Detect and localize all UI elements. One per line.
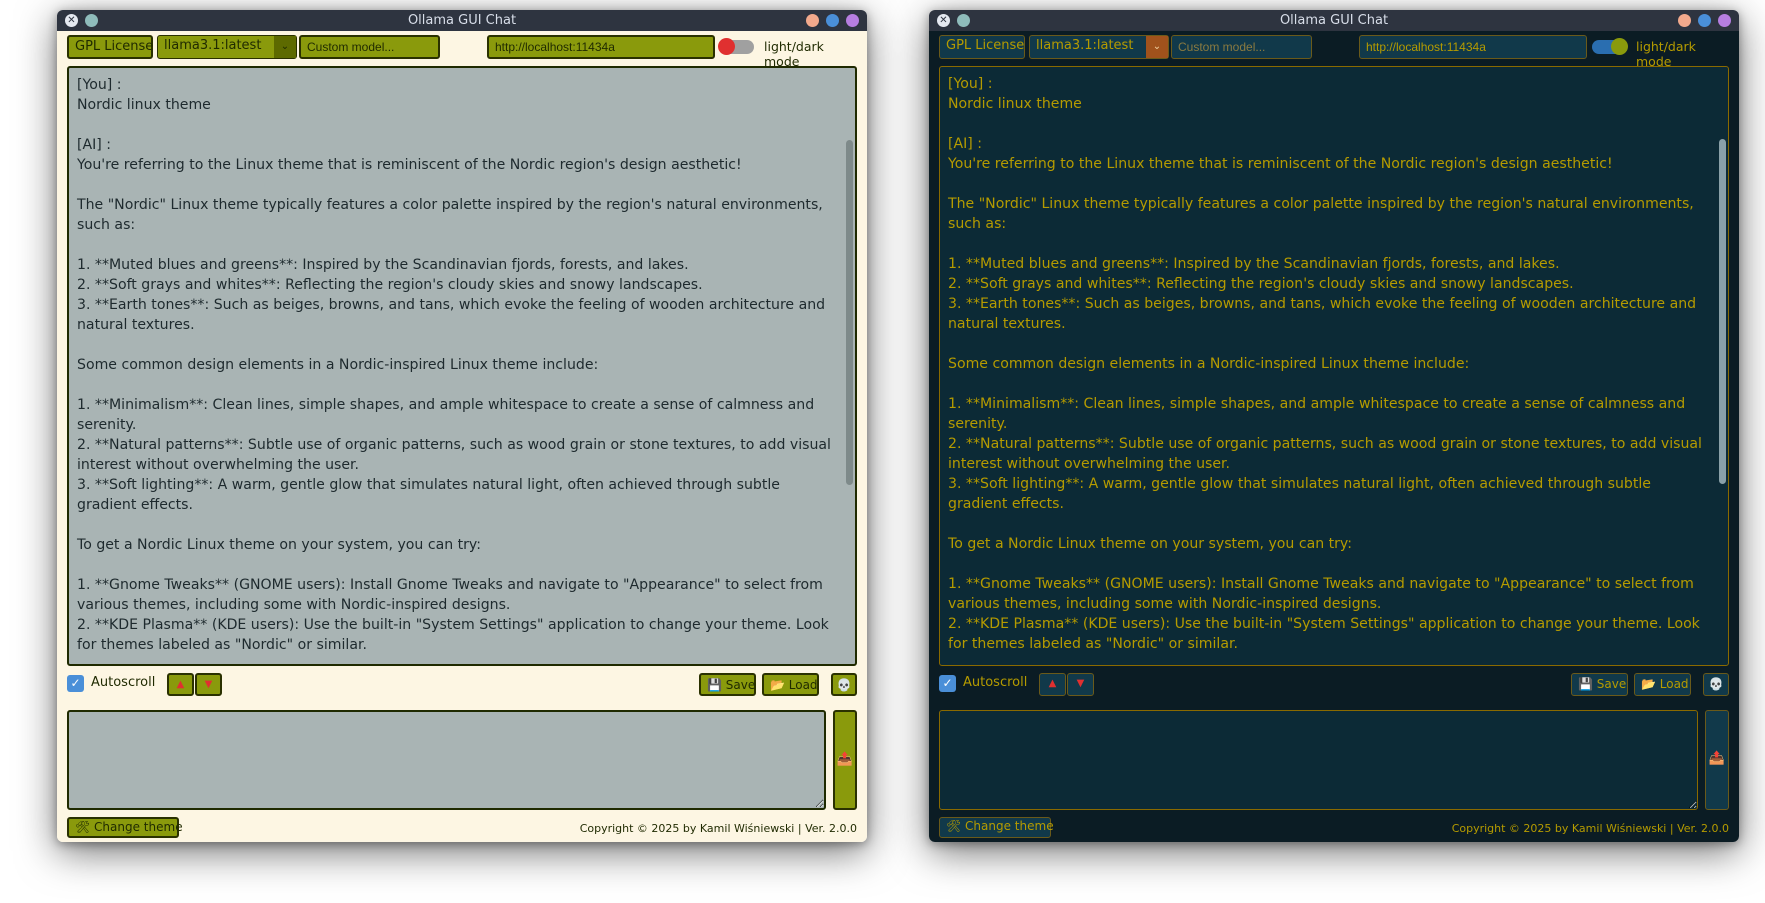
toggle-knob bbox=[718, 38, 735, 55]
control-row: ✓ Autoscroll ▲ ▼ 💾 Save 📂 Load 💀 bbox=[939, 671, 1729, 697]
checkbox-checked-icon[interactable]: ✓ bbox=[67, 675, 84, 692]
model-select-value: llama3.1:latest bbox=[1036, 38, 1134, 53]
chat-text: [You] : Nordic linux theme [AI] : You're… bbox=[948, 76, 1702, 652]
footer: 🛠 Change theme Copyright © 2025 by Kamil… bbox=[67, 817, 857, 841]
control-row: ✓ Autoscroll ▲ ▼ 💾 Save 📂 Load 💀 bbox=[67, 671, 857, 697]
scroll-down-button[interactable]: ▼ bbox=[195, 673, 222, 696]
window-dark-theme: ✕ Ollama GUI Chat GPL License llama3.1:l… bbox=[929, 10, 1739, 842]
arrow-up-icon: ▲ bbox=[176, 679, 185, 690]
checkbox-checked-icon[interactable]: ✓ bbox=[939, 675, 956, 692]
save-button[interactable]: 💾 Save bbox=[1571, 673, 1628, 696]
window-title: Ollama GUI Chat bbox=[407, 13, 517, 28]
arrow-down-icon: ▼ bbox=[204, 679, 213, 690]
toolbar: GPL License llama3.1:latest ⌄ light/dark… bbox=[939, 35, 1729, 69]
chat-history[interactable]: [You] : Nordic linux theme [AI] : You're… bbox=[939, 66, 1729, 666]
change-theme-button[interactable]: 🛠 Change theme bbox=[939, 817, 1054, 838]
theme-toggle[interactable] bbox=[718, 38, 754, 55]
maximize-icon[interactable] bbox=[826, 14, 839, 27]
sticky-icon[interactable] bbox=[957, 14, 970, 27]
load-button[interactable]: 📂 Load bbox=[762, 673, 819, 696]
chevron-down-icon: ⌄ bbox=[274, 36, 296, 58]
skull-icon: 💀 bbox=[836, 678, 852, 692]
scroll-up-button[interactable]: ▲ bbox=[167, 673, 194, 696]
window-title: Ollama GUI Chat bbox=[1279, 13, 1389, 28]
mode-label: light/dark mode bbox=[1636, 39, 1696, 69]
send-button[interactable]: 📤 bbox=[1705, 710, 1729, 810]
send-button[interactable]: 📤 bbox=[833, 710, 857, 810]
mode-label: light/dark mode bbox=[764, 39, 824, 69]
desktop: ✕ Ollama GUI Chat GPL License llama3.1:l… bbox=[0, 0, 1765, 903]
window-light-theme: ✕ Ollama GUI Chat GPL License llama3.1:l… bbox=[57, 10, 867, 842]
arrow-up-icon: ▲ bbox=[1048, 678, 1057, 689]
send-icon: 📤 bbox=[836, 752, 854, 767]
autoscroll-label: Autoscroll bbox=[963, 675, 1028, 690]
keep-above-icon[interactable] bbox=[1718, 14, 1731, 27]
clear-chat-button[interactable]: 💀 bbox=[831, 673, 857, 696]
skull-icon: 💀 bbox=[1708, 677, 1724, 691]
custom-model-input[interactable] bbox=[299, 35, 440, 59]
window-titlebar[interactable]: ✕ Ollama GUI Chat bbox=[929, 10, 1739, 31]
copyright-text: Copyright © 2025 by Kamil Wiśniewski | V… bbox=[1451, 822, 1729, 835]
scroll-down-button[interactable]: ▼ bbox=[1067, 673, 1094, 696]
scroll-up-button[interactable]: ▲ bbox=[1039, 673, 1066, 696]
host-url-input[interactable] bbox=[487, 35, 715, 59]
theme-toggle[interactable] bbox=[1592, 38, 1628, 55]
chat-scrollbar[interactable] bbox=[1719, 139, 1726, 484]
chevron-down-icon: ⌄ bbox=[1146, 36, 1168, 58]
arrow-down-icon: ▼ bbox=[1076, 678, 1085, 689]
toggle-knob bbox=[1611, 38, 1628, 55]
close-icon[interactable]: ✕ bbox=[937, 14, 950, 27]
gpl-license-button[interactable]: GPL License bbox=[67, 35, 153, 59]
model-select[interactable]: llama3.1:latest ⌄ bbox=[1029, 35, 1169, 59]
message-input[interactable] bbox=[67, 710, 826, 810]
chat-scrollbar[interactable] bbox=[846, 140, 853, 485]
custom-model-input[interactable] bbox=[1171, 35, 1312, 59]
gpl-license-button[interactable]: GPL License bbox=[939, 35, 1025, 59]
close-icon[interactable]: ✕ bbox=[65, 14, 78, 27]
load-button[interactable]: 📂 Load bbox=[1634, 673, 1691, 696]
window-titlebar[interactable]: ✕ Ollama GUI Chat bbox=[57, 10, 867, 31]
host-url-input[interactable] bbox=[1359, 35, 1587, 59]
chat-history[interactable]: [You] : Nordic linux theme [AI] : You're… bbox=[67, 66, 857, 666]
sticky-icon[interactable] bbox=[85, 14, 98, 27]
minimize-icon[interactable] bbox=[806, 14, 819, 27]
message-input[interactable] bbox=[939, 710, 1698, 810]
copyright-text: Copyright © 2025 by Kamil Wiśniewski | V… bbox=[579, 822, 857, 835]
clear-chat-button[interactable]: 💀 bbox=[1703, 673, 1729, 696]
model-select[interactable]: llama3.1:latest ⌄ bbox=[157, 35, 297, 59]
chat-text: [You] : Nordic linux theme [AI] : You're… bbox=[77, 77, 831, 653]
change-theme-button[interactable]: 🛠 Change theme bbox=[67, 817, 183, 838]
minimize-icon[interactable] bbox=[1678, 14, 1691, 27]
model-select-value: llama3.1:latest bbox=[164, 38, 262, 53]
maximize-icon[interactable] bbox=[1698, 14, 1711, 27]
autoscroll-label: Autoscroll bbox=[91, 675, 156, 690]
send-icon: 📤 bbox=[1708, 751, 1726, 766]
toolbar: GPL License llama3.1:latest ⌄ light/dark… bbox=[67, 35, 857, 69]
keep-above-icon[interactable] bbox=[846, 14, 859, 27]
footer: 🛠 Change theme Copyright © 2025 by Kamil… bbox=[939, 817, 1729, 841]
save-button[interactable]: 💾 Save bbox=[699, 673, 756, 696]
